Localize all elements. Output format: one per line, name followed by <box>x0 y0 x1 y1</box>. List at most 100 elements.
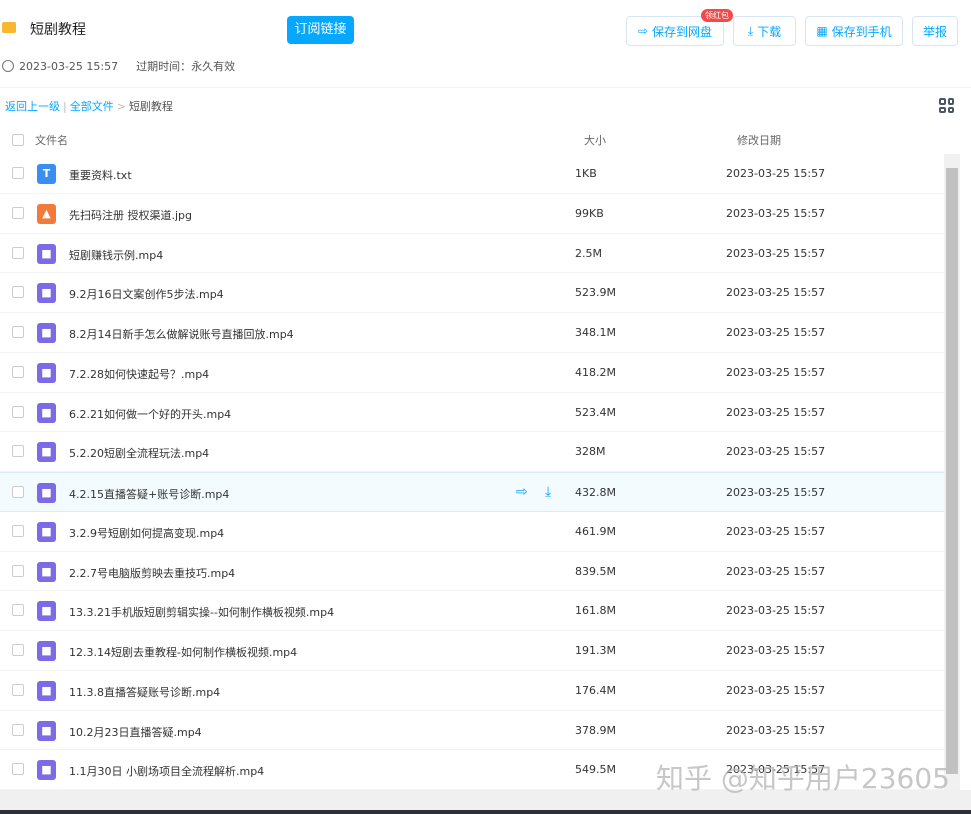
file-name[interactable]: 1.1月30日 小剧场项目全流程解析.mp4 <box>69 763 264 779</box>
table-row[interactable]: T 重要资料.txt 1KB 2023-03-25 15:57 <box>0 154 944 194</box>
video-file-icon: ■ <box>37 720 56 741</box>
row-checkbox[interactable] <box>12 486 24 498</box>
file-date: 2023-03-25 15:57 <box>726 486 826 499</box>
video-file-icon: ■ <box>37 283 56 304</box>
file-name[interactable]: 9.2月16日文案创作5步法.mp4 <box>69 286 224 302</box>
table-row[interactable]: ■ 2.2.7号电脑版剪映去重技巧.mp4 839.5M 2023-03-25 … <box>0 552 944 592</box>
file-date: 2023-03-25 15:57 <box>726 167 826 180</box>
video-file-icon: ■ <box>37 760 56 781</box>
file-date: 2023-03-25 15:57 <box>726 206 826 220</box>
table-row[interactable]: ■ 短剧赚钱示例.mp4 2.5M 2023-03-25 15:57 <box>0 234 944 274</box>
table-row[interactable]: ■ 3.2.9号短剧如何提高变现.mp4 461.9M 2023-03-25 1… <box>0 512 944 552</box>
file-name[interactable]: 2.2.7号电脑版剪映去重技巧.mp4 <box>69 565 235 581</box>
file-size: 549.5M <box>575 763 616 777</box>
row-checkbox[interactable] <box>12 564 24 577</box>
col-name[interactable]: 文件名 <box>35 132 68 148</box>
red-packet-badge: 领红包 <box>701 9 733 22</box>
file-name[interactable]: 11.3.8直播答疑账号诊断.mp4 <box>69 684 220 700</box>
row-checkbox[interactable] <box>12 246 24 259</box>
file-date: 2023-03-25 15:57 <box>726 604 826 618</box>
video-file-icon: ■ <box>37 521 56 542</box>
grid-view-icon[interactable] <box>939 98 954 113</box>
download-button[interactable]: ⤓ 下载 <box>733 16 796 46</box>
table-row[interactable]: ■ 9.2月16日文案创作5步法.mp4 523.9M 2023-03-25 1… <box>0 273 944 313</box>
back-link[interactable]: 返回上一级 <box>5 100 60 113</box>
video-file-icon: ■ <box>37 243 56 264</box>
file-date: 2023-03-25 15:57 <box>726 723 826 737</box>
row-checkbox[interactable] <box>12 167 24 179</box>
table-row[interactable]: ▲ 先扫码注册 授权渠道.jpg 99KB 2023-03-25 15:57 <box>0 194 944 234</box>
clock-icon <box>2 59 14 72</box>
file-name[interactable]: 短剧赚钱示例.mp4 <box>69 247 163 263</box>
video-file-icon: ■ <box>37 442 56 463</box>
table-row[interactable]: ■ 10.2月23日直播答疑.mp4 378.9M 2023-03-25 15:… <box>0 711 944 751</box>
table-row[interactable]: ■ 12.3.14短剧去重教程-如何制作横板视频.mp4 191.3M 2023… <box>0 631 944 671</box>
download-icon: ⤓ <box>747 23 754 38</box>
breadcrumb: 返回上一级 | 全部文件 > 短剧教程 <box>5 100 173 113</box>
row-checkbox[interactable] <box>12 405 24 418</box>
taskbar <box>0 810 971 814</box>
file-date: 2023-03-25 15:57 <box>726 246 826 260</box>
video-file-icon: ■ <box>37 601 56 622</box>
file-name[interactable]: 重要资料.txt <box>69 167 132 183</box>
row-checkbox[interactable] <box>12 445 24 458</box>
row-checkbox[interactable] <box>12 365 24 378</box>
row-checkbox[interactable] <box>12 206 24 219</box>
col-size[interactable]: 大小 <box>584 132 606 148</box>
file-date: 2023-03-25 15:57 <box>726 524 826 538</box>
select-all-checkbox[interactable] <box>12 134 24 146</box>
row-checkbox[interactable] <box>12 286 24 299</box>
table-row[interactable]: ■ 4.2.15直播答疑+账号诊断.mp4 ⇨ ⤓ 432.8M 2023-03-… <box>0 472 944 512</box>
table-row[interactable]: ■ 13.3.21手机版短剧剪辑实操--如何制作横板视频.mp4 161.8M … <box>0 591 944 631</box>
file-size: 1KB <box>575 167 597 180</box>
scrollbar[interactable] <box>944 154 960 790</box>
row-checkbox[interactable] <box>12 604 24 617</box>
file-name[interactable]: 10.2月23日直播答疑.mp4 <box>69 724 202 740</box>
file-date: 2023-03-25 15:57 <box>726 286 826 300</box>
share-header: 短剧教程 订阅链接 2023-03-25 15:57 过期时间：永久有效 ⇨ 保存… <box>0 0 971 88</box>
row-checkbox[interactable] <box>12 524 24 537</box>
file-name[interactable]: 3.2.9号短剧如何提高变现.mp4 <box>69 525 224 541</box>
file-name[interactable]: 13.3.21手机版短剧剪辑实操--如何制作横板视频.mp4 <box>69 604 334 620</box>
row-checkbox[interactable] <box>12 326 24 338</box>
subscribe-button[interactable]: 订阅链接 <box>287 16 354 44</box>
report-button[interactable]: 举报 <box>912 16 958 46</box>
file-size: 99KB <box>575 206 604 220</box>
table-row[interactable]: ■ 6.2.21如何做一个好的开头.mp4 523.4M 2023-03-25 … <box>0 393 944 433</box>
text-file-icon: T <box>37 164 56 184</box>
file-date: 2023-03-25 15:57 <box>726 405 826 419</box>
table-row[interactable]: ■ 8.2月14日新手怎么做解说账号直播回放.mp4 348.1M 2023-0… <box>0 313 944 353</box>
file-size: 523.4M <box>575 405 616 419</box>
file-name[interactable]: 12.3.14短剧去重教程-如何制作横板视频.mp4 <box>69 644 297 660</box>
image-file-icon: ▲ <box>37 203 56 224</box>
watermark: 知乎 @知乎用户23605 <box>656 762 950 795</box>
row-checkbox[interactable] <box>12 763 24 776</box>
scrollbar-thumb[interactable] <box>946 168 958 774</box>
file-name[interactable]: 4.2.15直播答疑+账号诊断.mp4 <box>69 486 229 502</box>
file-name[interactable]: 8.2月14日新手怎么做解说账号直播回放.mp4 <box>69 326 294 342</box>
file-name[interactable]: 7.2.28如何快速起号？.mp4 <box>69 366 209 382</box>
video-file-icon: ■ <box>37 402 56 423</box>
table-row[interactable]: ■ 7.2.28如何快速起号？.mp4 418.2M 2023-03-25 15… <box>0 353 944 393</box>
row-checkbox[interactable] <box>12 723 24 736</box>
table-header: 文件名 大小 修改日期 <box>0 128 944 154</box>
table-row[interactable]: ■ 5.2.20短剧全流程玩法.mp4 328M 2023-03-25 15:5… <box>0 432 944 472</box>
video-file-icon: ■ <box>37 483 56 503</box>
file-name[interactable]: 5.2.20短剧全流程玩法.mp4 <box>69 445 209 461</box>
file-date: 2023-03-25 15:57 <box>726 326 826 339</box>
share-time: 2023-03-25 15:57 <box>19 59 119 73</box>
file-name[interactable]: 6.2.21如何做一个好的开头.mp4 <box>69 406 231 422</box>
file-size: 378.9M <box>575 723 616 737</box>
file-size: 191.3M <box>575 644 616 657</box>
all-files-link[interactable]: 全部文件 <box>70 100 114 113</box>
row-checkbox[interactable] <box>12 683 24 696</box>
download-icon[interactable]: ⤓ <box>545 484 551 500</box>
col-date[interactable]: 修改日期 <box>737 132 781 148</box>
save-icon[interactable]: ⇨ <box>516 484 528 500</box>
file-size: 176.4M <box>575 683 616 697</box>
table-row[interactable]: ■ 11.3.8直播答疑账号诊断.mp4 176.4M 2023-03-25 1… <box>0 671 944 711</box>
row-checkbox[interactable] <box>12 644 24 656</box>
save-to-phone-button[interactable]: ▦ 保存到手机 <box>805 16 903 46</box>
current-folder: 短剧教程 <box>128 100 173 113</box>
file-name[interactable]: 先扫码注册 授权渠道.jpg <box>69 207 192 223</box>
